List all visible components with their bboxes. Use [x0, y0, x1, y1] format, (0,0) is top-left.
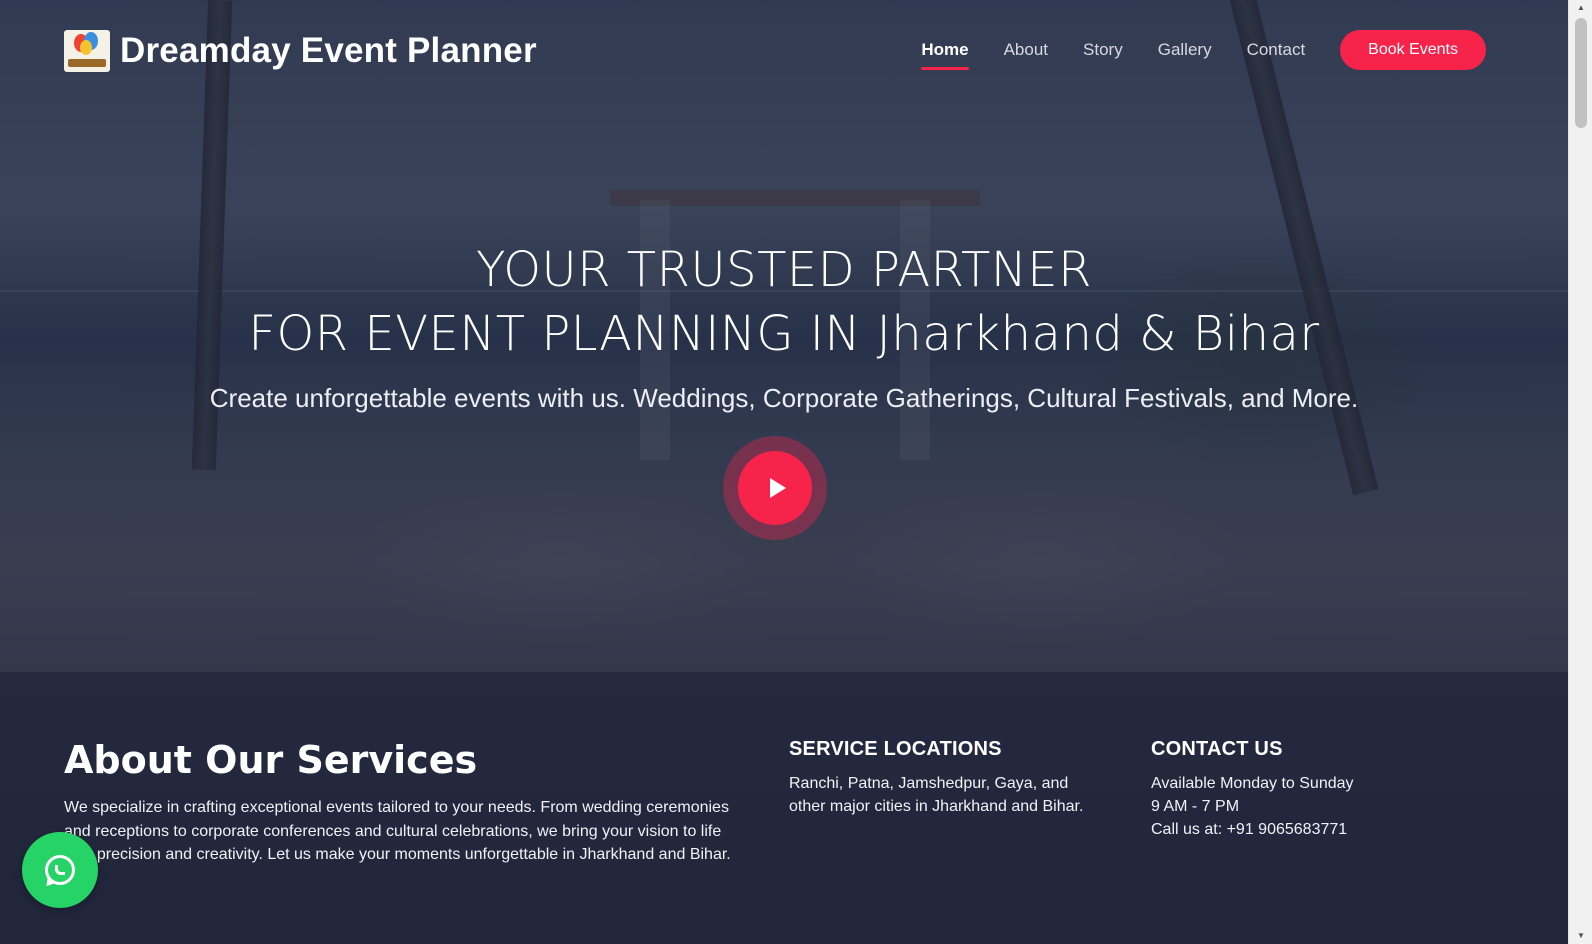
hero-title-line1: YOUR TRUSTED PARTNER	[476, 242, 1092, 298]
brand-logo[interactable]: Dreamday Event Planner	[64, 30, 537, 72]
whatsapp-button[interactable]	[22, 832, 98, 908]
contact-details: Available Monday to Sunday 9 AM - 7 PM C…	[1151, 772, 1451, 841]
nav-story[interactable]: Story	[1083, 30, 1123, 70]
hero-subtitle: Create unforgettable events with us. Wed…	[209, 383, 1359, 413]
contact-title: CONTACT US	[1151, 738, 1283, 760]
scroll-up-arrow-icon[interactable]: ▲	[1569, 0, 1592, 16]
contact-availability: Available Monday to Sunday	[1151, 775, 1354, 792]
nav-about[interactable]: About	[1004, 30, 1048, 70]
service-locations-text: Ranchi, Patna, Jamshedpur, Gaya, and oth…	[789, 775, 1084, 815]
nav-contact[interactable]: Contact	[1247, 30, 1306, 70]
balloon-logo-icon	[64, 30, 110, 72]
scroll-down-arrow-icon[interactable]: ▼	[1569, 928, 1592, 944]
scrollbar-thumb[interactable]	[1575, 18, 1587, 128]
service-locations-title: SERVICE LOCATIONS	[789, 738, 1002, 760]
brand-name: Dreamday Event Planner	[120, 31, 537, 70]
page-scrollbar[interactable]: ▲ ▼	[1568, 0, 1592, 944]
hero-title-line2: FOR EVENT PLANNING IN Jharkhand & Bihar	[248, 306, 1320, 362]
about-title: About Our Services	[64, 738, 478, 782]
site-header: Dreamday Event Planner Home About Story …	[0, 0, 1568, 100]
play-icon	[769, 478, 786, 498]
play-video-button[interactable]	[723, 436, 827, 540]
about-text: We specialize in crafting exceptional ev…	[64, 799, 731, 863]
contact-phone[interactable]: Call us at: +91 9065683771	[1151, 818, 1451, 841]
contact-hours: 9 AM - 7 PM	[1151, 798, 1240, 815]
nav-gallery[interactable]: Gallery	[1158, 30, 1212, 70]
main-nav: Home About Story Gallery Contact Book Ev…	[886, 30, 1486, 70]
nav-home[interactable]: Home	[921, 30, 969, 70]
play-button-circle	[738, 451, 812, 525]
book-events-button[interactable]: Book Events	[1340, 30, 1486, 70]
whatsapp-icon	[45, 855, 75, 885]
